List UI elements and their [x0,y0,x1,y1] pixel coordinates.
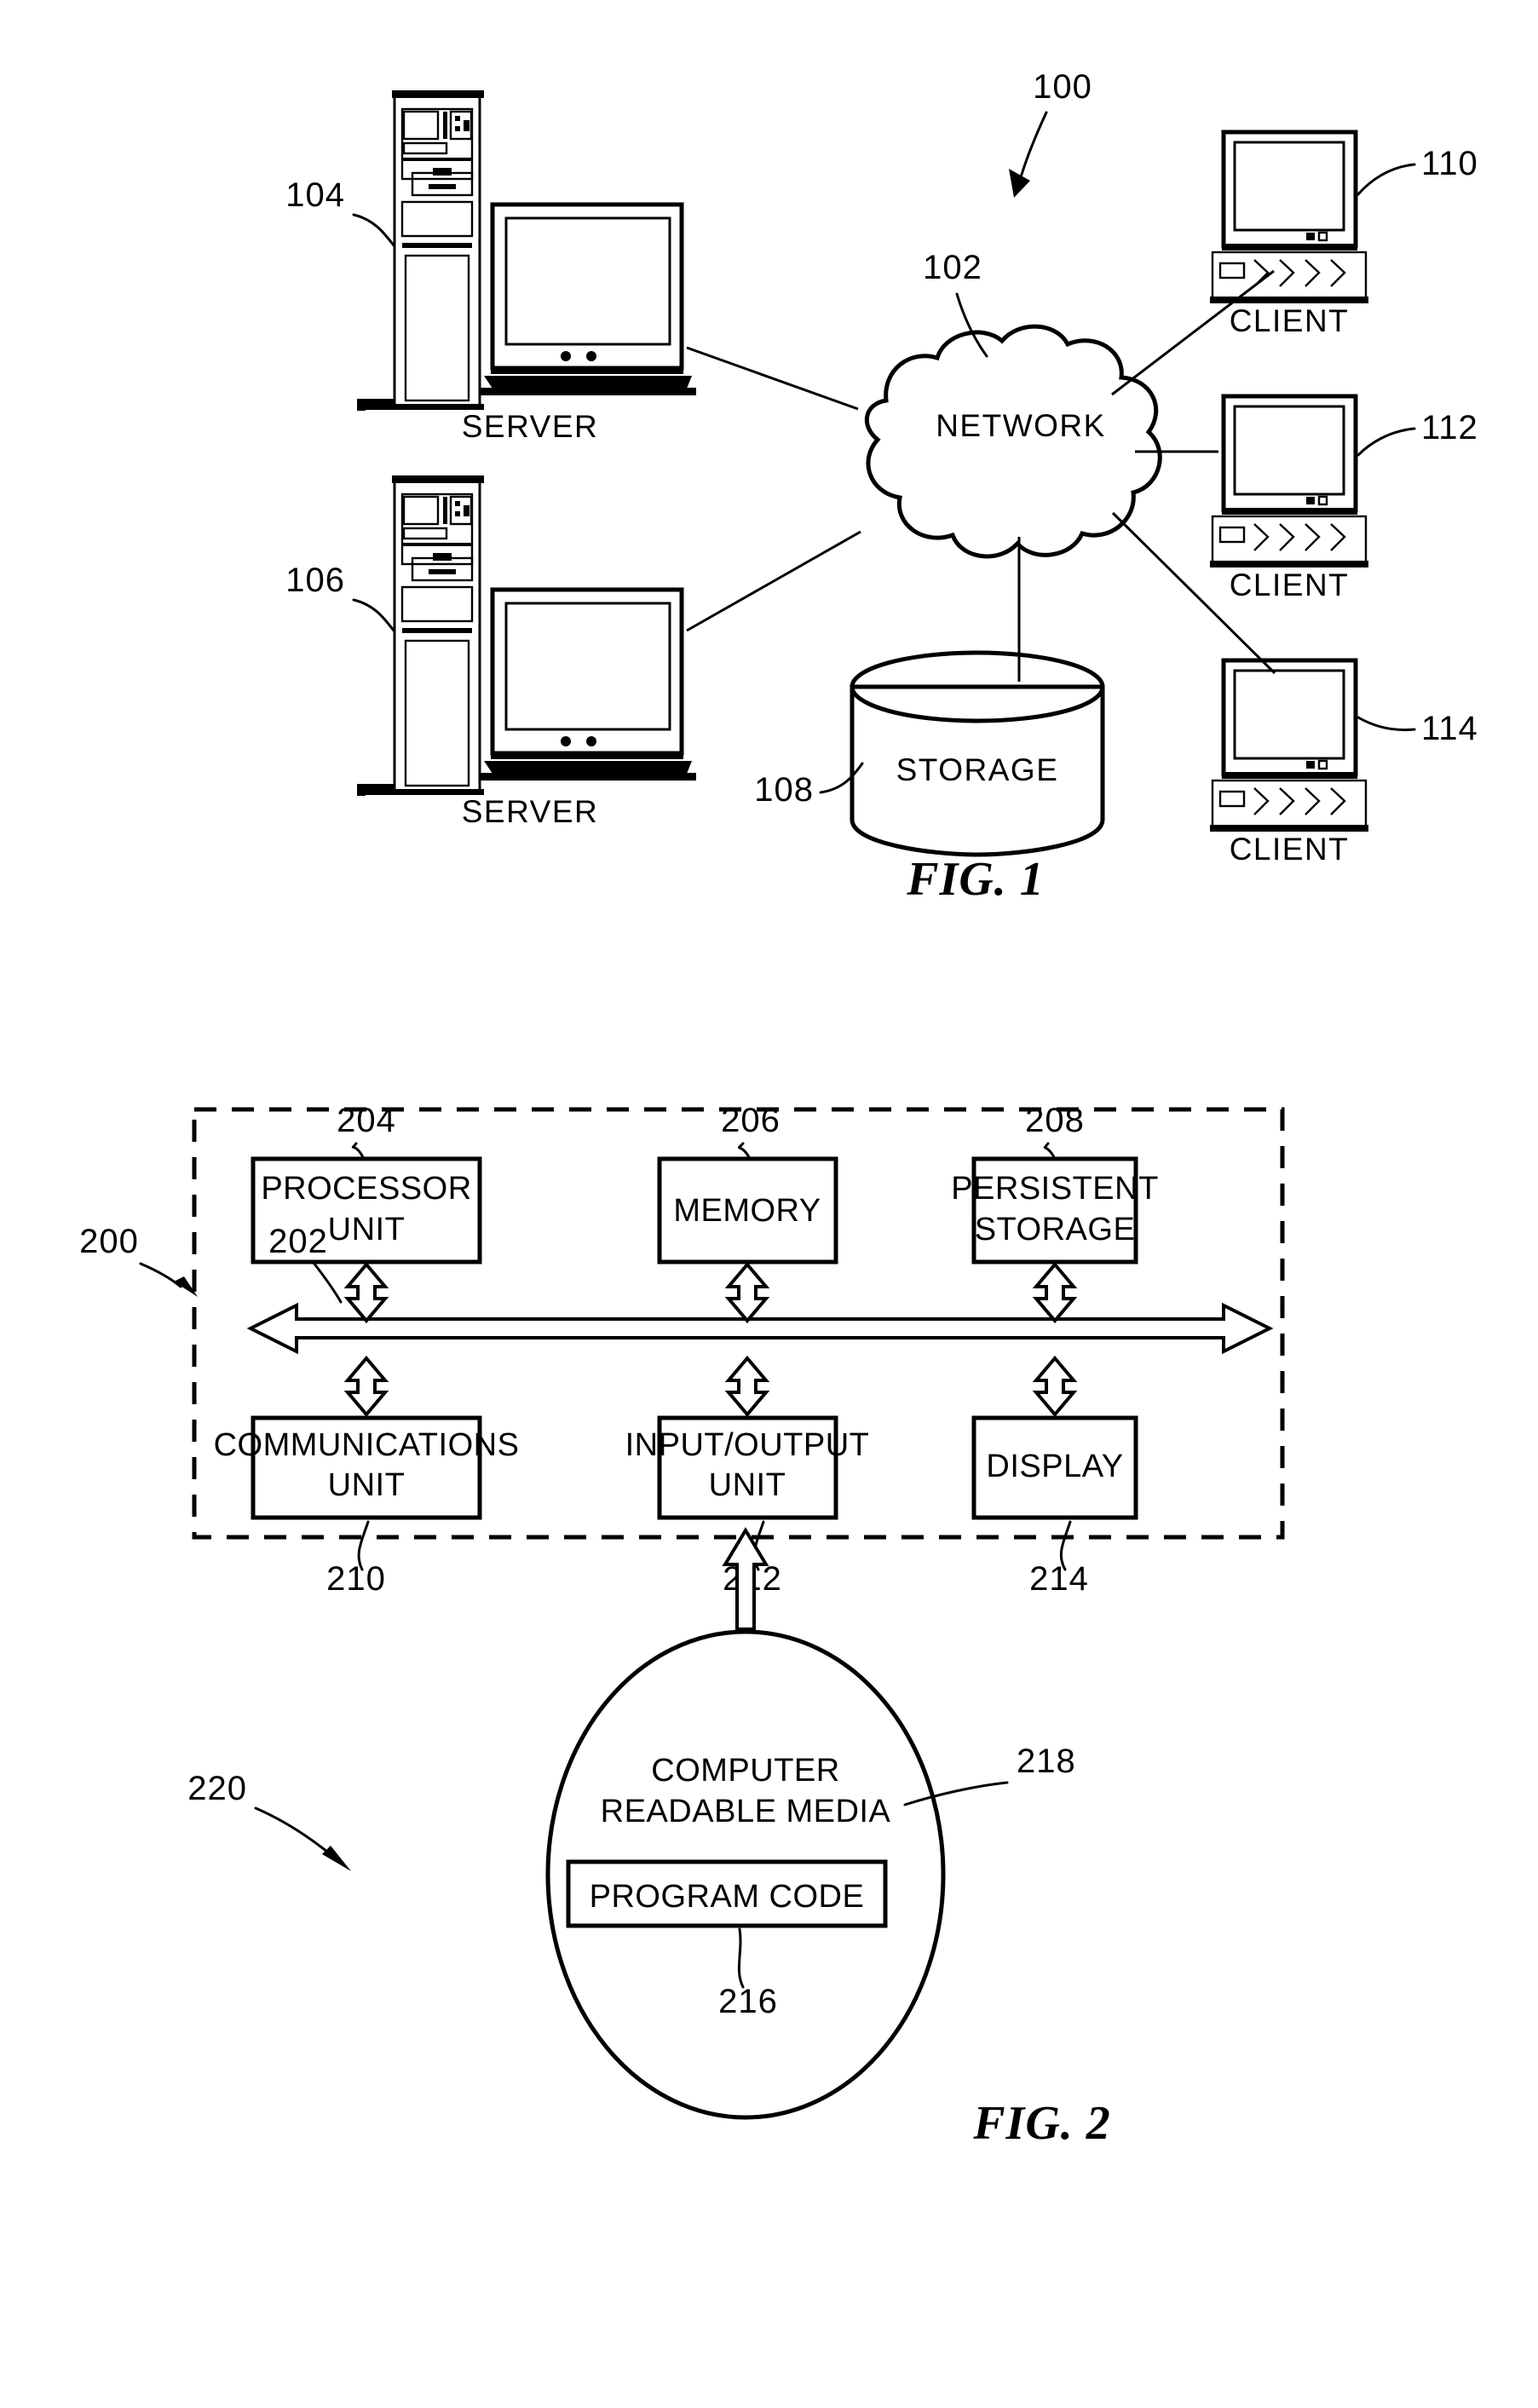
ref-202: 202 [268,1223,328,1260]
server-tower-and-monitor-icon-104 [357,90,696,411]
ref-100-leader [1019,111,1048,179]
persistent-storage-box-group: PERSISTENT STORAGE 208 [951,1102,1159,1264]
ref-206-leader [738,1142,752,1161]
client-114-label: CLIENT [1230,832,1350,867]
ref-202-leader [312,1261,343,1304]
ref-100-arrowhead [1009,169,1030,198]
ref-108: 108 [754,771,814,809]
ref-112: 112 [1421,409,1478,446]
server-104-group: SERVER 104 [285,90,859,444]
storage-group: STORAGE 108 [754,537,1105,857]
desktop-computer-icon-110 [1210,130,1368,303]
link-server104-network [686,346,859,411]
bus-arrow-persistent-storage [1032,1261,1078,1324]
memory-label: MEMORY [673,1193,821,1229]
network-label: NETWORK [936,408,1106,443]
communications-unit-label-line1: COMMUNICATIONS [214,1427,520,1463]
ref-106: 106 [285,562,345,599]
communications-unit-label-line2: UNIT [328,1467,406,1503]
processor-unit-label-line1: PROCESSOR [261,1171,471,1207]
ref-208-leader [1043,1142,1057,1161]
figure-2-caption: FIG. 2 [972,2097,1111,2150]
ref-110-leader [1357,163,1416,196]
computer-readable-media-group: COMPUTER READABLE MEDIA PROGRAM CODE 216… [187,1629,1076,2120]
client-110-label: CLIENT [1230,303,1350,338]
ref-204-leader [351,1142,366,1161]
figure-2: 200 PROCESSOR UNIT 204 MEMORY 206 PERSIS… [79,1102,1285,2150]
ref-114-leader [1357,716,1416,732]
media-label-line2: READABLE MEDIA [601,1794,891,1829]
memory-box-group: MEMORY 206 [657,1102,838,1264]
ref-200-leader [139,1262,182,1288]
network-cloud-group: NETWORK 102 [864,249,1162,559]
ref-204: 204 [337,1102,396,1139]
ref-214: 214 [1029,1560,1089,1598]
persistent-storage-label-line2: STORAGE [975,1212,1136,1247]
ref-210: 210 [326,1560,386,1598]
ref-216-leader [737,1927,745,1989]
ref-218-leader [903,1781,1009,1806]
server-104-label: SERVER [462,409,599,444]
bus-arrow-io [724,1355,770,1418]
client-112-label: CLIENT [1230,567,1350,602]
input-output-unit-label-line2: UNIT [709,1467,786,1503]
ref-220: 220 [187,1770,247,1807]
ref-108-leader [819,762,864,794]
ref-110: 110 [1421,145,1478,182]
bus-arrow-processor [343,1261,389,1324]
storage-label: STORAGE [896,752,1059,787]
server-106-label: SERVER [462,794,599,829]
client-112-group: CLIENT 112 [1135,394,1478,602]
system-bus-arrow [246,1302,1274,1355]
ref-208: 208 [1025,1102,1085,1139]
communications-unit-box-group: COMMUNICATIONS UNIT 210 [214,1415,520,1598]
ref-112-leader [1357,427,1416,457]
server-tower-and-monitor-icon-106 [357,475,696,796]
bus-arrow-memory [724,1261,770,1324]
ref-114: 114 [1421,710,1478,747]
patent-figure-sheet: 100 SERVER 104 SERVER 106 NETWORK 102 ST… [0,0,1538,2408]
figure-1: 100 SERVER 104 SERVER 106 NETWORK 102 ST… [285,68,1478,906]
ref-220-arrowhead [322,1846,351,1871]
bus-arrow-display [1032,1355,1078,1418]
ref-220-leader [254,1806,334,1858]
client-110-group: CLIENT 110 [1111,130,1478,396]
desktop-computer-icon-114 [1210,658,1368,832]
persistent-storage-label-line1: PERSISTENT [951,1171,1159,1207]
ref-216: 216 [718,1983,778,2020]
link-server106-network [686,530,861,632]
ref-206: 206 [721,1102,781,1139]
ref-104: 104 [285,176,345,214]
display-box-group: DISPLAY 214 [971,1415,1138,1598]
ref-102: 102 [923,249,982,286]
processor-unit-label-line2: UNIT [328,1212,406,1247]
figure-1-caption: FIG. 1 [906,853,1045,906]
ref-200: 200 [79,1223,139,1260]
input-output-unit-label-line1: INPUT/OUTPUT [625,1427,870,1463]
display-label: DISPLAY [986,1449,1123,1484]
ref-104-leader [352,213,395,247]
program-code-label: PROGRAM CODE [590,1879,865,1915]
ref-102-leader [955,292,988,358]
ref-106-leader [352,598,395,632]
bus-arrow-communications [343,1355,389,1418]
media-label-line1: COMPUTER [651,1753,839,1789]
ref-218: 218 [1017,1743,1076,1780]
ref-100: 100 [1033,68,1092,106]
desktop-computer-icon-112 [1210,394,1368,567]
